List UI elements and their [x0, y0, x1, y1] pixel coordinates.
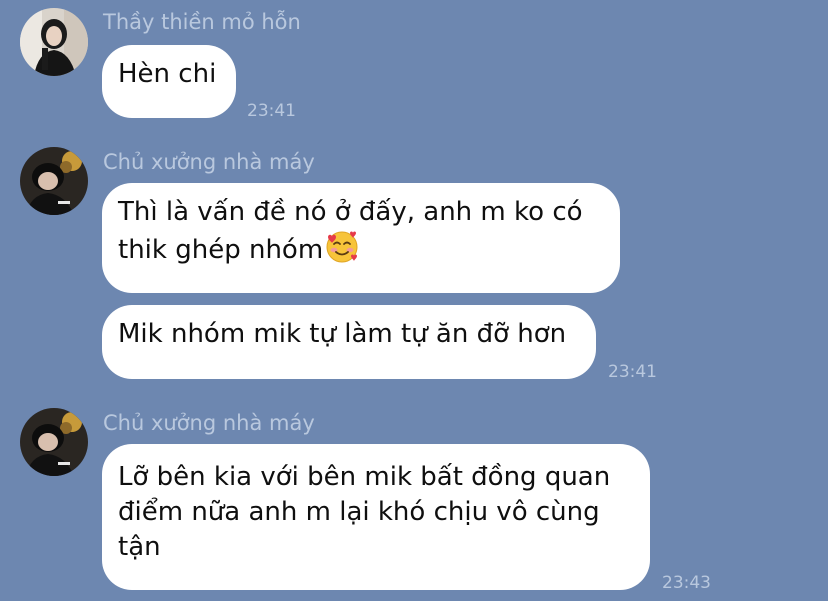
message-timestamp: 23:43: [662, 573, 711, 593]
message-text-line: điểm nữa anh m lại khó chịu vô cùng: [118, 497, 600, 527]
message-timestamp: 23:41: [247, 101, 296, 121]
message-bubble[interactable]: Thì là vấn đề nó ở đấy, anh m ko có thik…: [102, 183, 620, 293]
sender-avatar[interactable]: [20, 408, 88, 476]
smiling-face-with-hearts-icon: [326, 231, 358, 263]
message-bubble[interactable]: Lỡ bên kia với bên mik bất đồng quan điể…: [102, 444, 650, 590]
message-timestamp: 23:41: [608, 362, 657, 382]
message-text-line: Thì là vấn đề nó ở đấy, anh m ko có: [118, 197, 583, 227]
message-bubble[interactable]: Mik nhóm mik tự làm tự ăn đỡ hơn: [102, 305, 596, 379]
avatar-boy-photo-icon: [20, 408, 88, 476]
message-text-line: tận: [118, 532, 161, 562]
message-bubble[interactable]: Hèn chi: [102, 45, 236, 118]
sender-name: Chủ xưởng nhà máy: [103, 150, 315, 174]
message-text: Hèn chi: [118, 59, 217, 89]
message-text: Mik nhóm mik tự làm tự ăn đỡ hơn: [118, 319, 567, 349]
sender-name: Thầy thiền mỏ hỗn: [103, 10, 301, 34]
sender-name: Chủ xưởng nhà máy: [103, 411, 315, 435]
message-text-line: thik ghép nhóm: [118, 230, 604, 268]
sender-avatar[interactable]: [20, 147, 88, 215]
sender-avatar[interactable]: [20, 8, 88, 76]
avatar-boy-photo-icon: [20, 147, 88, 215]
avatar-girl-photo-icon: [20, 8, 88, 76]
message-text-line: Lỡ bên kia với bên mik bất đồng quan: [118, 462, 611, 492]
message-text-line-part: thik ghép nhóm: [118, 235, 324, 265]
